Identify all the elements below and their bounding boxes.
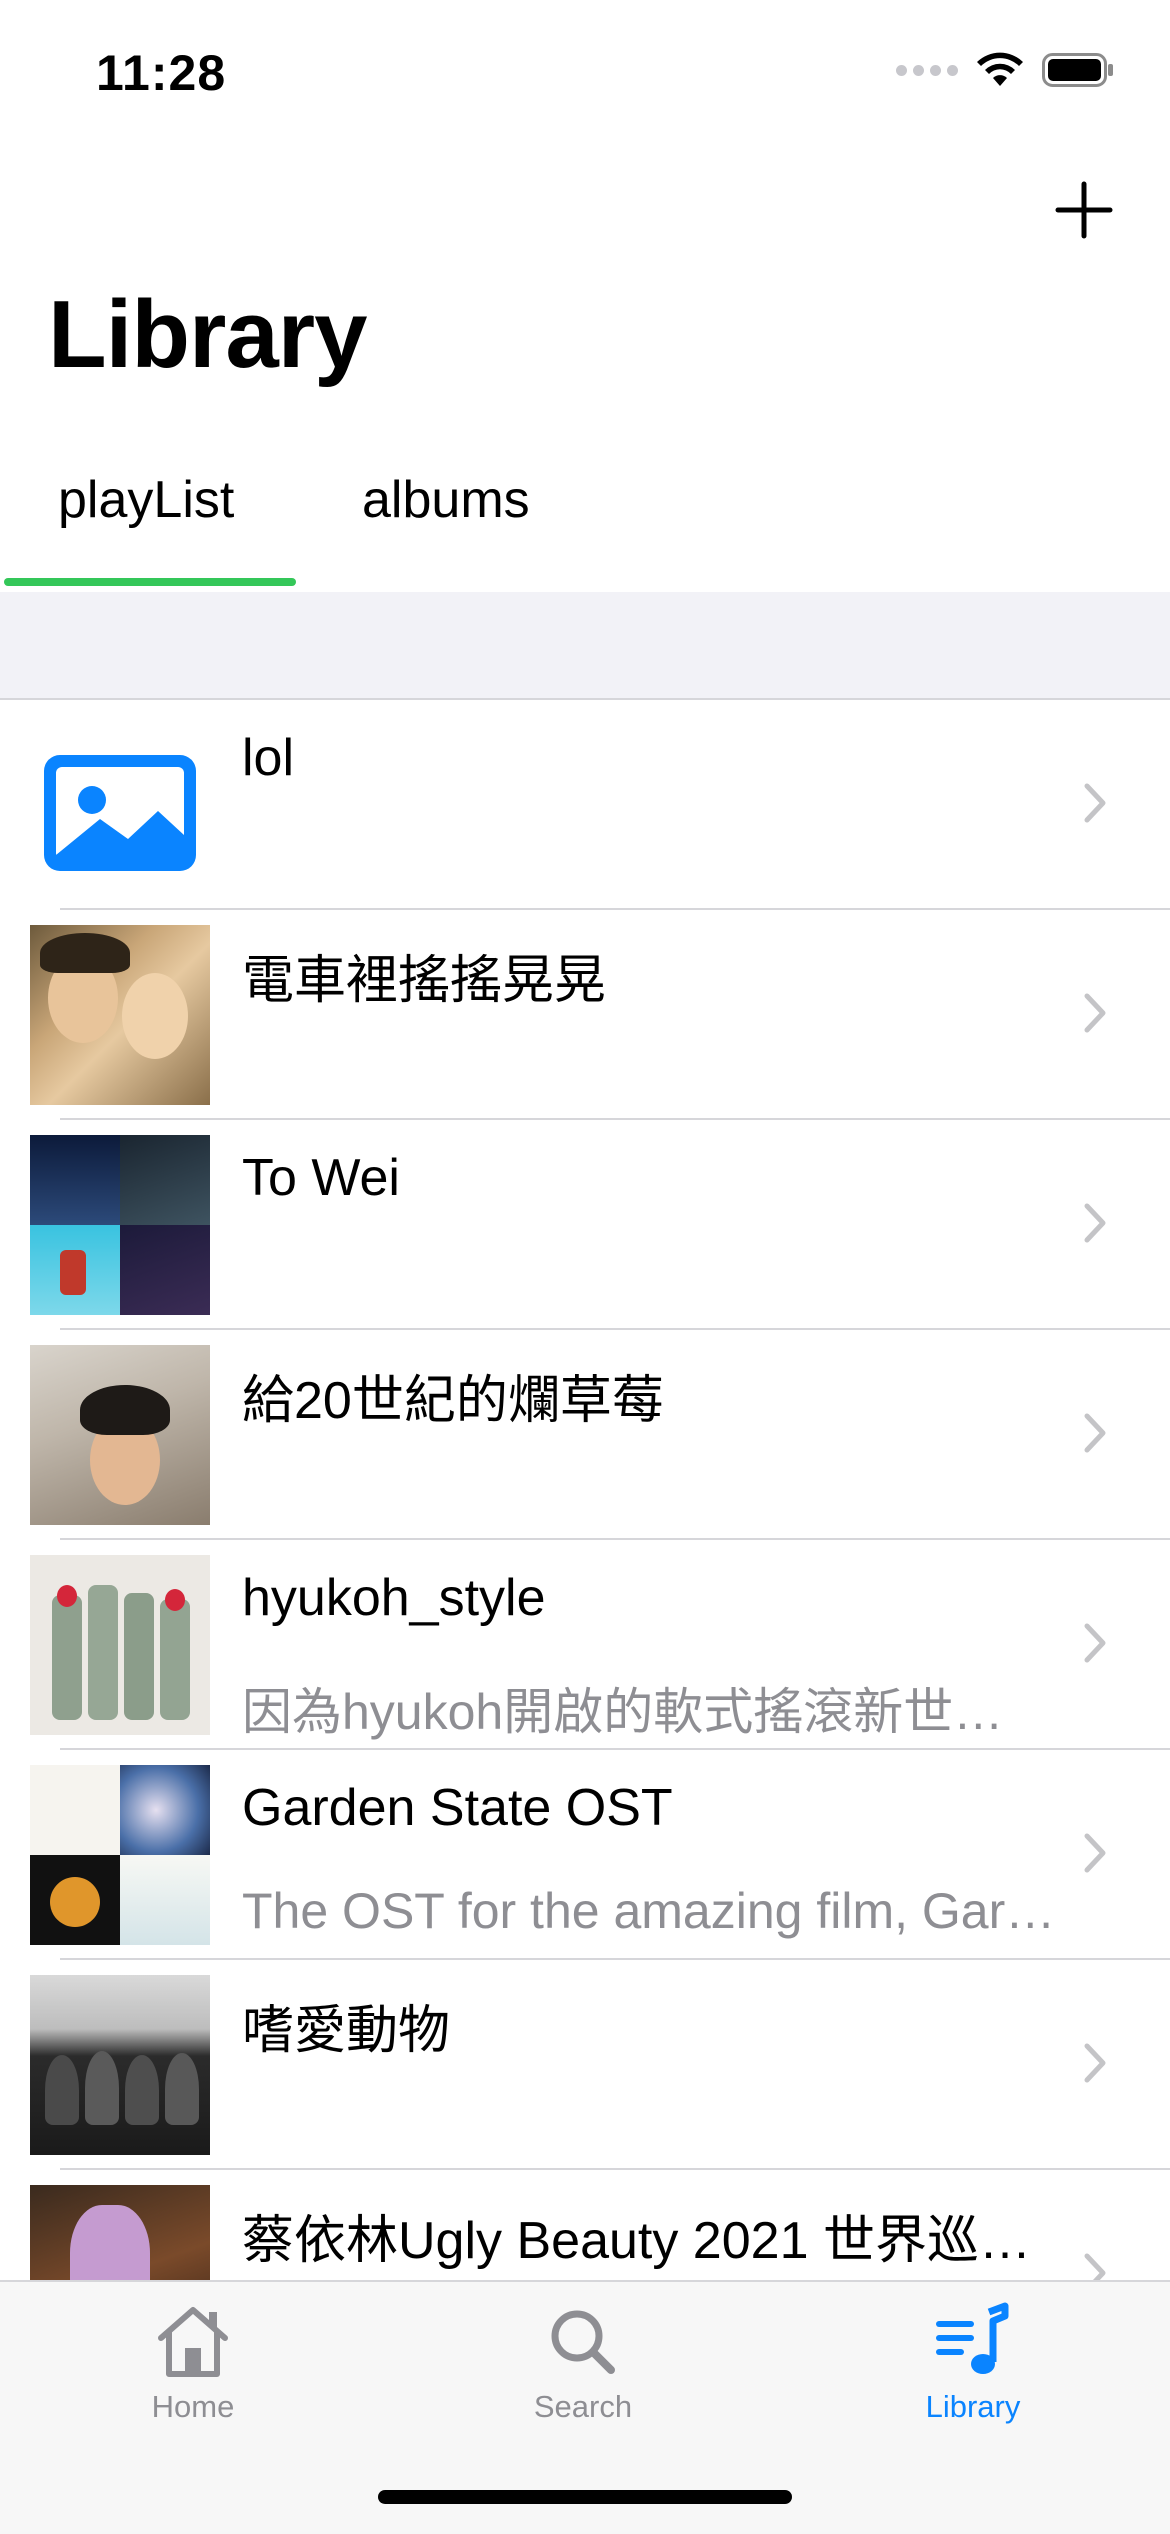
playlist-title: lol: [242, 729, 295, 787]
list-item[interactable]: 蔡依林Ugly Beauty 2021 世界巡…: [0, 2170, 1170, 2280]
placeholder-photo-icon: [44, 755, 196, 871]
figure-shape: [70, 2205, 150, 2280]
playlist-title: hyukoh_style: [242, 1569, 546, 1627]
playlist-thumbnail: [30, 2185, 210, 2280]
collage-tile: [30, 1765, 120, 1855]
chevron-right-icon: [1084, 1413, 1106, 1453]
plus-icon: [1055, 181, 1113, 239]
playlist-title: Garden State OST: [242, 1779, 673, 1837]
collage-tile: [120, 1855, 210, 1945]
chevron-right-icon: [1084, 2253, 1106, 2280]
hair-shape: [40, 933, 130, 973]
figure-shape: [45, 2055, 79, 2125]
playlist-title: 給20世紀的爛草莓: [242, 1372, 664, 1430]
wifi-icon: [977, 52, 1023, 86]
playlist-thumbnail: [30, 1975, 210, 2155]
chevron-right-icon: [1084, 993, 1106, 1033]
tab-selected-indicator: [4, 578, 296, 586]
face-shape: [122, 973, 188, 1059]
figure-shape: [52, 1595, 82, 1720]
house-icon: [158, 2307, 228, 2377]
list-item[interactable]: Garden State OST The OST for the amazing…: [0, 1750, 1170, 1960]
tab-home[interactable]: Home: [83, 2302, 303, 2425]
page-title: Library: [48, 281, 367, 388]
list-header-spacer: [0, 592, 1170, 700]
playlist-subtitle: 因為hyukoh開啟的軟式搖滾新世…: [242, 1684, 1004, 1740]
playlist-title: 嗜愛動物: [242, 2002, 451, 2060]
mask-shape: [165, 1589, 185, 1611]
cellular-signal-icon: [896, 64, 958, 76]
list-item[interactable]: To Wei: [0, 1120, 1170, 1330]
tab-home-label: Home: [151, 2389, 235, 2424]
tab-albums[interactable]: albums: [362, 470, 530, 530]
add-playlist-button[interactable]: [1054, 180, 1114, 240]
home-indicator: [378, 2490, 792, 2504]
playlist-thumbnail: [30, 1135, 210, 1315]
status-icons: [896, 52, 1114, 88]
chevron-right-icon: [1084, 1623, 1106, 1663]
figure-shape: [125, 2055, 159, 2125]
tab-library[interactable]: Library: [863, 2302, 1083, 2425]
chevron-right-icon: [1084, 1833, 1106, 1873]
chevron-right-icon: [1084, 1203, 1106, 1243]
magnifier-icon: [551, 2310, 615, 2374]
tab-playlist[interactable]: playList: [58, 470, 234, 530]
playlist-thumbnail: [30, 925, 210, 1105]
playlist-title: 蔡依林Ugly Beauty 2021 世界巡…: [242, 2212, 1031, 2270]
collage-tile: [120, 1135, 210, 1225]
collage-tile: [120, 1225, 210, 1315]
playlist-title: To Wei: [242, 1149, 400, 1207]
playlist-thumbnail: [30, 1765, 210, 1945]
list-item[interactable]: lol: [0, 700, 1170, 910]
battery-icon: [1042, 53, 1113, 87]
list-item[interactable]: hyukoh_style 因為hyukoh開啟的軟式搖滾新世…: [0, 1540, 1170, 1750]
library-tabs: playList albums: [0, 450, 1170, 592]
tab-search[interactable]: Search: [473, 2302, 693, 2425]
mask-shape: [57, 1585, 77, 1607]
chevron-right-icon: [1084, 2043, 1106, 2083]
playlist-title: 電車裡搖搖晃晃: [242, 952, 607, 1010]
list-item[interactable]: 給20世紀的爛草莓: [0, 1330, 1170, 1540]
figure-shape: [160, 1599, 190, 1720]
playlist-thumbnail: [30, 1555, 210, 1735]
sun-shape: [50, 1877, 100, 1927]
figure-shape: [60, 1250, 86, 1295]
status-time: 11:28: [96, 45, 227, 101]
music-list-icon: [936, 2302, 1009, 2374]
figure-shape: [85, 2051, 119, 2125]
figure-shape: [165, 2053, 199, 2125]
playlist-thumbnail: [30, 1345, 210, 1525]
playlist-thumbnail: [30, 715, 210, 895]
hair-shape: [80, 1385, 170, 1435]
list-item[interactable]: 電車裡搖搖晃晃: [0, 910, 1170, 1120]
collage-tile: [120, 1765, 210, 1855]
list-item[interactable]: 嗜愛動物: [0, 1960, 1170, 2170]
navigation-bar: [0, 150, 1170, 270]
playlist-subtitle: The OST for the amazing film, Gar…: [242, 1883, 1056, 1939]
collage-tile: [30, 1135, 120, 1225]
playlist-list: lol 電車裡搖搖晃晃 To Wei 給20世紀的爛草莓 hyukoh_styl…: [0, 700, 1170, 2280]
status-bar: 11:28: [0, 0, 1170, 150]
chevron-right-icon: [1084, 783, 1106, 823]
tab-search-label: Search: [533, 2389, 633, 2424]
figure-shape: [88, 1585, 118, 1720]
tab-library-label: Library: [925, 2389, 1021, 2424]
figure-shape: [124, 1593, 154, 1720]
